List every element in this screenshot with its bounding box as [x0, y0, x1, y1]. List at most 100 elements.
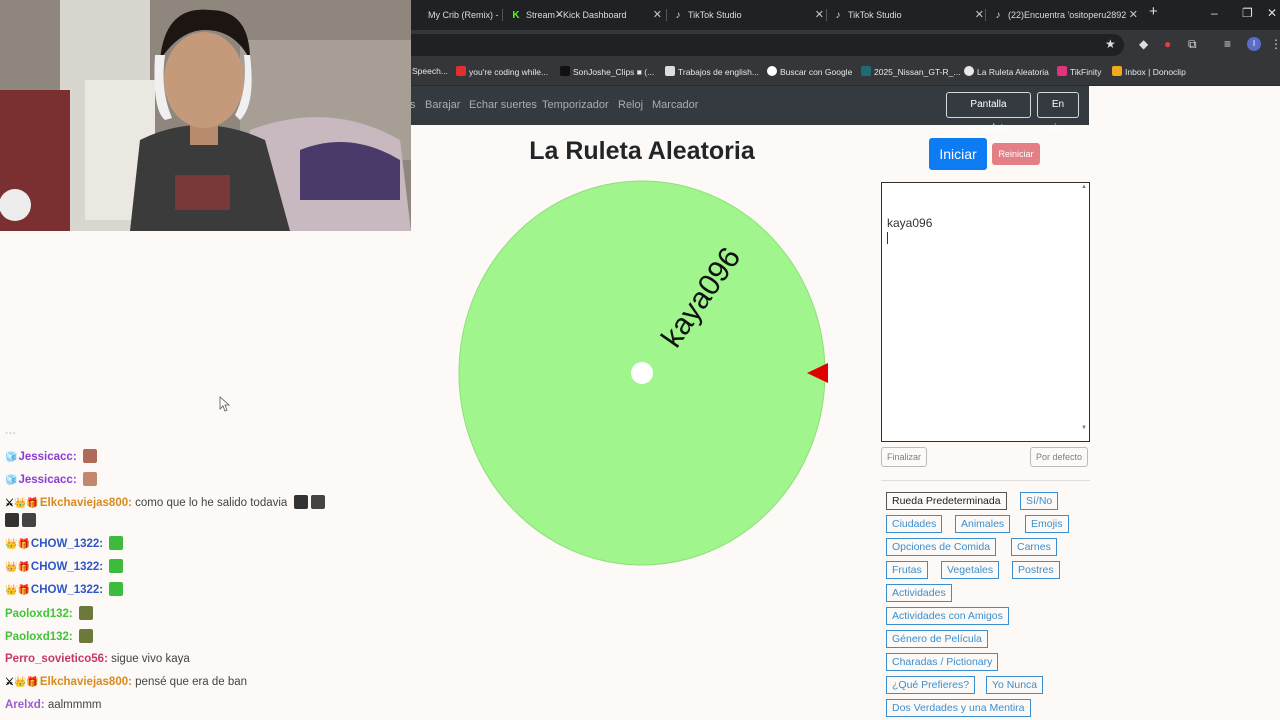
chat-emote-row — [5, 513, 36, 527]
nav-link-reloj[interactable]: Reloj — [618, 99, 643, 111]
start-button[interactable]: Iniciar — [929, 138, 987, 170]
chat-username: Elkchaviejas800: — [39, 497, 132, 509]
preset-que-prefieres[interactable]: ¿Qué Prefieres? — [886, 676, 976, 694]
nav-link-marcador[interactable]: Marcador — [652, 99, 698, 111]
bookmark-item[interactable]: 2025_Nissan_GT-R_... — [861, 66, 960, 77]
bookmark-item[interactable]: you're coding while... — [456, 66, 548, 77]
new-tab-button[interactable]: + — [1149, 3, 1158, 20]
tiktok-icon: ♪ — [675, 10, 681, 21]
nav-link-echar-suertes[interactable]: Echar suertes — [469, 99, 537, 111]
preset-charadas-pictionary[interactable]: Charadas / Pictionary — [886, 653, 999, 671]
chat-username: Elkchaviejas800: — [39, 676, 132, 688]
scroll-down-icon[interactable]: ▼ — [1081, 425, 1087, 431]
preset-yo-nunca[interactable]: Yo Nunca — [986, 676, 1044, 694]
chat-message-faded: ··· — [5, 428, 17, 440]
preset-carnes[interactable]: Carnes — [1011, 538, 1057, 556]
kick-icon: K — [512, 10, 520, 21]
bookmark-item[interactable]: Trabajos de english... — [665, 66, 759, 77]
menu-dots-icon[interactable]: ⋮ — [1270, 37, 1280, 51]
emote-icon — [22, 513, 36, 527]
extension-diamond-icon[interactable]: ◆ — [1139, 37, 1148, 51]
divider — [881, 480, 1090, 481]
preset-rueda-predeterminada[interactable]: Rueda Predeterminada — [886, 492, 1007, 510]
preset-genero-de-pelicula[interactable]: Género de Película — [886, 630, 988, 648]
close-tab-icon[interactable]: ✕ — [975, 4, 984, 26]
site-navbar: s Barajar Echar suertes Temporizador Rel… — [410, 86, 1089, 134]
emote-icon — [310, 495, 325, 509]
profile-avatar[interactable]: I — [1247, 37, 1261, 51]
reading-list-icon[interactable]: ≡ — [1224, 37, 1231, 51]
nav-link-barajar[interactable]: Barajar — [425, 99, 460, 111]
preset-actividades[interactable]: Actividades — [886, 584, 952, 602]
bookmark-item[interactable]: Buscar con Google — [767, 66, 852, 77]
close-window-button[interactable]: ✕ — [1267, 6, 1277, 20]
youtube-icon — [456, 66, 466, 76]
preset-opciones-de-comida[interactable]: Opciones de Comida — [886, 538, 997, 556]
webcam-image — [0, 0, 411, 231]
emote-icon — [293, 495, 308, 509]
emote-icon — [78, 606, 93, 620]
preset-actividades-con-amigos[interactable]: Actividades con Amigos — [886, 607, 1009, 625]
preset-frutas[interactable]: Frutas — [886, 561, 928, 579]
chat-username: Paoloxd132: — [5, 608, 73, 620]
bookmark-item[interactable]: TikFinity — [1057, 66, 1101, 77]
chat-username: Jessicacc: — [18, 451, 77, 463]
fullscreen-button[interactable]: Pantalla completa — [946, 92, 1031, 134]
browser-tab[interactable]: K Stream - Kick Dashboard ✕ — [510, 4, 668, 26]
chat-message: Perro_sovietico56: sigue vivo kaya — [5, 653, 190, 665]
close-tab-icon[interactable]: ✕ — [1125, 4, 1138, 26]
badge-icon: ⚔👑🎁 — [5, 498, 39, 509]
badge-icon: 🧊 — [5, 475, 18, 486]
preset-ciudades[interactable]: Ciudades — [886, 515, 943, 533]
names-textarea[interactable]: kaya096 ▲ ▼ — [881, 182, 1090, 442]
donoclip-icon — [1112, 66, 1122, 76]
scroll-up-icon[interactable]: ▲ — [1081, 184, 1087, 190]
close-tab-icon[interactable]: ✕ — [653, 4, 662, 26]
browser-tab[interactable]: ♪ TikTok Studio ✕ — [672, 4, 830, 26]
chat-message: ⚔👑🎁Elkchaviejas800: como que lo he salid… — [5, 495, 325, 509]
bookmark-item[interactable]: Speech... — [412, 66, 448, 76]
chat-message: 🧊Jessicacc: — [5, 472, 97, 486]
default-button[interactable]: Por defecto — [1030, 447, 1089, 467]
chat-message: Paoloxd132: — [5, 629, 93, 643]
bookmark-item[interactable]: Inbox | Donoclip — [1112, 66, 1186, 77]
close-tab-icon[interactable]: ✕ — [815, 4, 824, 26]
emote-icon — [78, 629, 93, 643]
chat-message: Paoloxd132: — [5, 606, 93, 620]
chat-message: Arelxd: aalmmmm — [5, 699, 102, 711]
address-bar[interactable] — [410, 34, 1124, 56]
browser-tab[interactable]: ♪ (22)Encuentra 'ositoperu2892 ✕ — [992, 4, 1140, 26]
badge-icon: 👑🎁 — [5, 585, 30, 596]
preset-postres[interactable]: Postres — [1012, 561, 1060, 579]
preset-si-no[interactable]: Sí/No — [1020, 492, 1059, 510]
chat-text: sigue vivo kaya — [111, 653, 190, 665]
wheel-site-icon — [964, 66, 974, 76]
mouse-cursor-icon — [219, 396, 231, 412]
badge-icon: 🧊 — [5, 452, 18, 463]
names-entry: kaya096 — [887, 216, 933, 230]
bookmark-item[interactable]: La Ruleta Aleatoria — [964, 66, 1049, 77]
browser-tab[interactable]: ♪ TikTok Studio ✕ — [832, 4, 990, 26]
extensions-puzzle-icon[interactable]: ⧉ — [1188, 37, 1197, 52]
finish-button[interactable]: Finalizar — [881, 447, 928, 467]
chat-text: como que lo he salido todavia — [135, 497, 288, 509]
preset-animales[interactable]: Animales — [955, 515, 1011, 533]
extension-alert-icon[interactable]: ● — [1164, 37, 1171, 51]
minimize-button[interactable]: – — [1211, 6, 1218, 20]
webcam-feed — [0, 0, 411, 231]
roulette-wheel[interactable]: kaya096 — [455, 178, 835, 568]
preset-emojis[interactable]: Emojis — [1025, 515, 1069, 533]
bookmark-item[interactable]: SonJoshe_Clips ■ (... — [560, 66, 654, 77]
star-icon[interactable]: ★ — [1105, 37, 1116, 51]
text-caret — [887, 232, 888, 244]
restore-button[interactable]: ❐ — [1242, 6, 1253, 20]
nav-link-temporizador[interactable]: Temporizador — [542, 99, 609, 111]
google-icon — [767, 66, 777, 76]
chat-text: aalmmmm — [47, 699, 102, 711]
reset-button[interactable]: Reiniciar — [992, 143, 1040, 165]
live-button[interactable]: En vivo — [1037, 92, 1079, 134]
preset-vegetales[interactable]: Vegetales — [941, 561, 1000, 579]
document-icon — [665, 66, 675, 76]
preset-dos-verdades[interactable]: Dos Verdades y una Mentira — [886, 699, 1031, 717]
tiktok-icon: ♪ — [835, 10, 841, 21]
